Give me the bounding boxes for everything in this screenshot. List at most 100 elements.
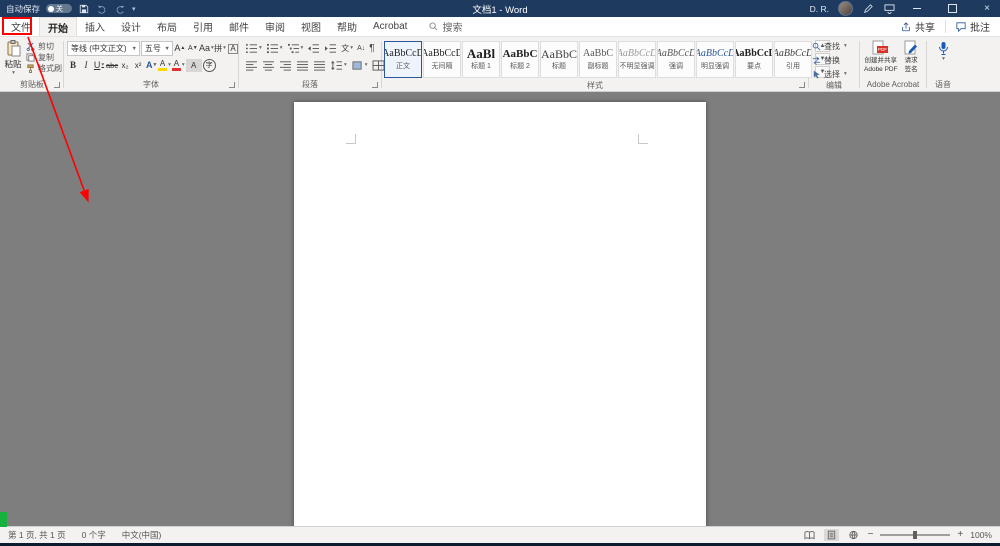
- show-formatting-marks-button[interactable]: ¶: [368, 42, 375, 55]
- grow-font-button[interactable]: A ▲: [174, 42, 186, 55]
- style-emphasis[interactable]: AaBbCcD 强调: [657, 40, 695, 78]
- user-avatar[interactable]: [838, 1, 853, 16]
- style-subtitle[interactable]: AaBbC 副标题: [579, 40, 617, 78]
- increase-indent-button[interactable]: [323, 42, 338, 55]
- highlight-button[interactable]: A ▾: [158, 59, 171, 72]
- language-indicator[interactable]: 中文(中国): [122, 529, 162, 541]
- request-signatures-icon: [903, 40, 920, 56]
- redo-icon[interactable]: [114, 3, 126, 15]
- phonetic-guide-button[interactable]: 拼 ▾: [214, 42, 226, 55]
- tab-view[interactable]: 视图: [293, 17, 329, 36]
- web-layout-button[interactable]: [846, 529, 861, 541]
- font-color-button[interactable]: A ▾: [171, 59, 185, 72]
- enclose-characters-button[interactable]: 字: [202, 59, 216, 72]
- tab-review[interactable]: 审阅: [257, 17, 293, 36]
- tab-acrobat[interactable]: Acrobat: [365, 17, 415, 36]
- decrease-indent-button[interactable]: [306, 42, 321, 55]
- minimize-button[interactable]: [904, 0, 930, 17]
- align-right-button[interactable]: [278, 59, 293, 72]
- autosave-toggle[interactable]: 关: [46, 4, 73, 13]
- style-heading-1[interactable]: AaBl 标题 1: [462, 40, 500, 78]
- sort-button[interactable]: A↓: [356, 42, 366, 55]
- share-button[interactable]: 共享: [891, 17, 945, 36]
- italic-button[interactable]: I: [80, 59, 92, 72]
- document-canvas[interactable]: [0, 92, 1000, 526]
- cut-button[interactable]: 剪切: [26, 42, 62, 51]
- tab-references[interactable]: 引用: [185, 17, 221, 36]
- word-count[interactable]: 0 个字: [82, 529, 106, 541]
- paragraph-dialog-launcher[interactable]: [372, 82, 378, 88]
- request-signatures-button[interactable]: 请求 签名: [903, 40, 920, 74]
- asian-layout-button[interactable]: 文 ▾: [340, 42, 354, 55]
- create-share-pdf-button[interactable]: PDF 创建并共享 Adobe PDF: [864, 40, 898, 74]
- tab-home[interactable]: 开始: [39, 17, 77, 36]
- style-no-spacing[interactable]: AaBbCcD 无间隔: [423, 40, 461, 78]
- comments-button[interactable]: 批注: [946, 17, 1000, 36]
- tab-help[interactable]: 帮助: [329, 17, 365, 36]
- font-name-combo[interactable]: 等线 (中文正文) ▼: [67, 41, 140, 56]
- strikethrough-button[interactable]: abc: [106, 59, 118, 72]
- copy-button[interactable]: 复制: [26, 53, 62, 62]
- document-page[interactable]: [294, 102, 706, 526]
- superscript-button[interactable]: x²: [132, 59, 144, 72]
- style-title[interactable]: AaBbC 标题: [540, 40, 578, 78]
- page-indicator[interactable]: 第 1 页, 共 1 页: [8, 529, 66, 541]
- dictate-dropdown-icon[interactable]: ▾: [942, 56, 945, 63]
- character-shading-button[interactable]: A: [185, 59, 202, 72]
- subscript-button[interactable]: x₂: [119, 59, 131, 72]
- print-layout-button[interactable]: [823, 529, 839, 541]
- style-subtle-emphasis[interactable]: AaBbCcD 不明显强调: [618, 40, 656, 78]
- clipboard-dialog-launcher[interactable]: [54, 82, 60, 88]
- quick-access-caret-icon[interactable]: ▾: [132, 5, 136, 13]
- justify-button[interactable]: [295, 59, 310, 72]
- font-dialog-launcher[interactable]: [229, 82, 235, 88]
- shrink-font-button[interactable]: A ▼: [187, 42, 199, 55]
- zoom-out-button[interactable]: −: [868, 530, 874, 540]
- zoom-in-button[interactable]: +: [957, 530, 963, 540]
- find-button[interactable]: 查找 ▾: [812, 41, 847, 52]
- bold-button[interactable]: B: [67, 59, 79, 72]
- tab-design[interactable]: 设计: [113, 17, 149, 36]
- style-intense-emphasis[interactable]: AaBbCcD 明显强调: [696, 40, 734, 78]
- replace-button[interactable]: 替换: [812, 55, 847, 66]
- tab-file[interactable]: 文件: [3, 17, 39, 36]
- font-color-bar: [171, 68, 181, 71]
- zoom-slider[interactable]: [880, 531, 951, 539]
- zoom-slider-thumb[interactable]: [913, 531, 918, 539]
- search-box[interactable]: 搜索: [429, 17, 462, 36]
- shading-button[interactable]: ▾: [350, 59, 369, 72]
- distribute-button[interactable]: [312, 59, 327, 72]
- format-painter-button[interactable]: 格式刷: [26, 64, 62, 73]
- style-normal[interactable]: AaBbCcD 正文: [384, 40, 422, 78]
- character-border-button[interactable]: A: [227, 42, 239, 55]
- style-strong[interactable]: AaBbCcD要点: [735, 40, 773, 78]
- align-left-button[interactable]: [244, 59, 259, 72]
- style-heading-2[interactable]: AaBbC 标题 2: [501, 40, 539, 78]
- bullets-button[interactable]: ▾: [244, 42, 263, 55]
- style-quote[interactable]: AaBbCcD 引用: [774, 40, 812, 78]
- ribbon-display-options-icon[interactable]: [883, 3, 895, 15]
- tab-insert[interactable]: 插入: [77, 17, 113, 36]
- underline-button[interactable]: U ▾: [93, 59, 105, 72]
- select-button[interactable]: 选择 ▾: [812, 69, 847, 80]
- pen-icon[interactable]: [862, 3, 874, 15]
- multilevel-list-button[interactable]: ▾: [286, 42, 305, 55]
- paste-button[interactable]: 粘贴 ▾: [2, 38, 24, 77]
- maximize-button[interactable]: [939, 0, 965, 17]
- tab-layout[interactable]: 布局: [149, 17, 185, 36]
- undo-icon[interactable]: [96, 3, 108, 15]
- read-mode-button[interactable]: [802, 529, 817, 541]
- line-spacing-button[interactable]: ▾: [329, 59, 348, 72]
- change-case-button[interactable]: Aa ▾: [199, 42, 214, 55]
- align-center-button[interactable]: [261, 59, 276, 72]
- save-icon[interactable]: [78, 3, 90, 15]
- close-button[interactable]: ×: [974, 0, 1000, 17]
- paste-dropdown-icon[interactable]: ▾: [12, 70, 15, 77]
- dictate-button[interactable]: ▾: [928, 38, 958, 63]
- text-effects-button[interactable]: A ▾: [145, 59, 157, 72]
- tab-mailings[interactable]: 邮件: [221, 17, 257, 36]
- zoom-level[interactable]: 100%: [970, 530, 992, 540]
- styles-dialog-launcher[interactable]: [799, 82, 805, 88]
- numbering-button[interactable]: ▾: [265, 42, 284, 55]
- font-size-combo[interactable]: 五号 ▼: [140, 41, 173, 56]
